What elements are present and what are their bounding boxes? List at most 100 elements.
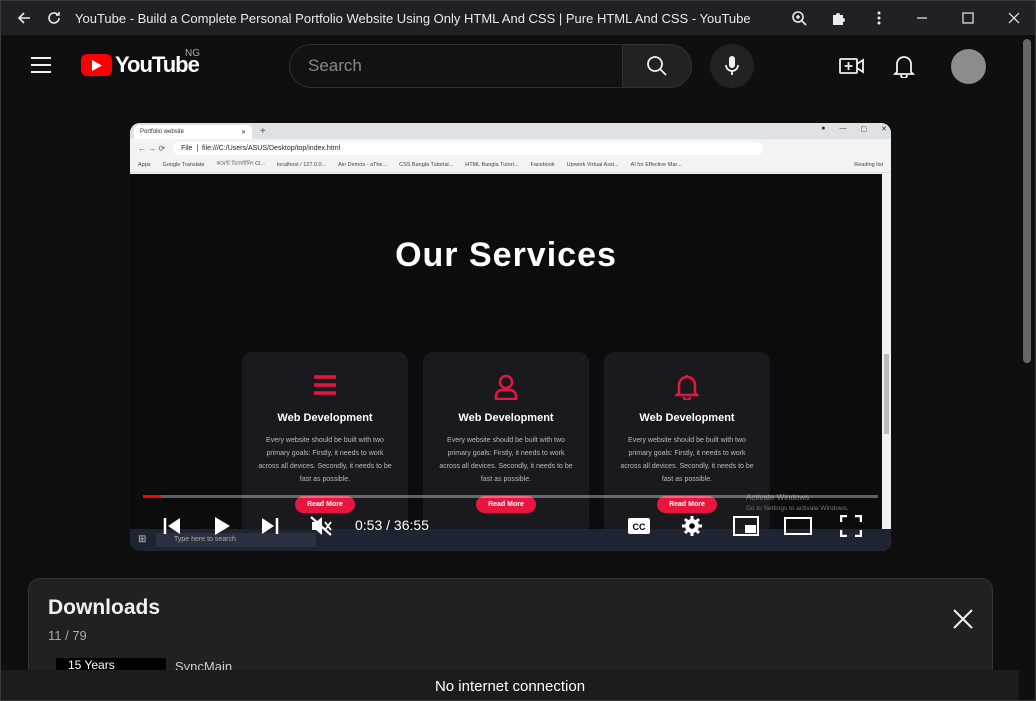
reading-list: Reading list	[854, 161, 883, 168]
progress-bar[interactable]	[143, 495, 878, 498]
nav-arrows-icon: ← → ⟳	[138, 143, 166, 153]
youtube-logo[interactable]: YouTube NG	[81, 48, 200, 78]
hamburger-line	[31, 71, 51, 73]
video-tab-title: Portfolio website	[140, 129, 185, 135]
bookmark: Upwork Virtual Assi...	[566, 161, 619, 168]
card-text: Every website should be built with two p…	[258, 437, 392, 483]
url-text: file:///C:/Users/ASUS/Desktop/top/index.…	[202, 144, 341, 152]
bookmark: Ain Demos - aThe...	[338, 161, 388, 168]
theater-mode-icon	[784, 517, 812, 535]
bookmark: Apps	[138, 161, 151, 168]
title-bar: YouTube - Build a Complete Personal Port…	[1, 1, 1035, 35]
app-window: YouTube - Build a Complete Personal Port…	[0, 0, 1036, 701]
miniplayer-icon	[733, 516, 759, 536]
close-icon: ✕	[881, 126, 887, 133]
close-window-button[interactable]	[991, 1, 1035, 35]
close-icon	[1008, 12, 1020, 24]
skip-next-icon	[262, 518, 279, 534]
bookmark: localhost / 127.0.0...	[276, 161, 327, 168]
card-title: Web Development	[639, 412, 735, 424]
next-button[interactable]	[256, 506, 284, 546]
volume-muted-icon	[310, 516, 332, 536]
svg-text:CC: CC	[633, 522, 646, 532]
scrollbar-thumb[interactable]	[1023, 39, 1031, 363]
notifications-button[interactable]	[889, 52, 919, 80]
search-icon	[647, 56, 667, 76]
cc-icon: CC	[628, 518, 650, 534]
reload-icon	[48, 12, 60, 24]
video-tab-strip: Portfolio website ✕ +	[130, 123, 891, 139]
video-page-scrollbar	[882, 174, 891, 551]
previous-button[interactable]	[158, 506, 186, 546]
hamburger-line	[31, 57, 51, 59]
card-text: Every website should be built with two p…	[620, 437, 754, 483]
play-button[interactable]	[208, 506, 236, 546]
close-downloads-button[interactable]	[951, 607, 975, 631]
country-code: NG	[185, 48, 200, 59]
theater-mode-button[interactable]	[783, 506, 813, 546]
downloads-count: 11 / 79	[48, 628, 87, 643]
maximize-icon	[962, 12, 974, 24]
card-title: Web Development	[277, 412, 373, 424]
progress-fill	[143, 495, 161, 498]
puzzle-icon	[833, 13, 845, 25]
maximize-icon: ▢	[860, 126, 868, 133]
offline-status-bar: No internet connection	[1, 670, 1019, 700]
youtube-header: YouTube NG	[1, 35, 1035, 97]
search-box[interactable]	[289, 44, 623, 88]
voice-search-button[interactable]	[710, 44, 754, 88]
more-menu-button[interactable]	[859, 1, 899, 35]
menu-icon	[242, 374, 408, 400]
page-scrollbar[interactable]	[1021, 35, 1035, 700]
zoom-icon	[792, 11, 807, 26]
settings-button[interactable]	[678, 506, 706, 546]
player-controls: 0:53 / 36:55 CC	[130, 506, 891, 546]
fullscreen-button[interactable]	[837, 506, 865, 546]
tab-close-icon: ✕	[240, 129, 246, 136]
downloads-title: Downloads	[48, 596, 161, 619]
card-title: Web Development	[458, 412, 554, 424]
card-text: Every website should be built with two p…	[439, 437, 573, 483]
time-display: 0:53 / 36:55	[355, 517, 429, 533]
bookmark: Google Translate	[162, 161, 205, 168]
hamburger-line	[31, 64, 51, 66]
bookmark: Facebook	[530, 161, 555, 168]
bookmark: HTML Bangla Tutori...	[465, 161, 519, 168]
video-window-controls: ● — ▢ ✕	[821, 125, 887, 133]
video-browser-tab: Portfolio website ✕	[134, 125, 252, 139]
maximize-button[interactable]	[945, 1, 991, 35]
guide-menu-button[interactable]	[31, 57, 51, 78]
minimize-icon	[917, 17, 927, 19]
extensions-button[interactable]	[819, 1, 859, 35]
avatar[interactable]	[951, 49, 986, 84]
record-icon: ●	[821, 125, 826, 132]
close-icon	[953, 609, 973, 629]
youtube-play-icon	[81, 54, 112, 76]
video-scrollbar-thumb	[884, 354, 889, 434]
file-label: File	[181, 144, 193, 152]
bookmark: কমেন্ট ডিজাইনিং Cl...	[216, 160, 265, 167]
zoom-button[interactable]	[779, 1, 819, 35]
bookmark: AI for Effective Mar...	[630, 161, 682, 168]
search-button[interactable]	[622, 44, 692, 88]
minimize-icon: —	[839, 125, 847, 132]
new-tab-icon: +	[260, 126, 266, 137]
video-player[interactable]: Portfolio website ✕ + ● — ▢ ✕ ← → ⟳ File…	[130, 123, 891, 551]
reload-button[interactable]	[39, 1, 69, 35]
captions-button[interactable]: CC	[625, 506, 653, 546]
video-bookmarks-bar: Apps Google Translate কমেন্ট ডিজাইনিং Cl…	[130, 157, 891, 173]
search-input[interactable]	[308, 56, 622, 76]
microphone-icon	[725, 56, 739, 75]
play-icon	[215, 517, 230, 535]
back-button[interactable]	[9, 1, 39, 35]
skip-previous-icon	[163, 518, 180, 534]
bookmark: CSS Bangla Tutorial...	[399, 161, 454, 168]
video-add-icon	[839, 58, 864, 74]
window-title: YouTube - Build a Complete Personal Port…	[75, 10, 751, 26]
bell-icon	[604, 374, 770, 400]
video-browser-chrome: Portfolio website ✕ + ● — ▢ ✕ ← → ⟳ File…	[130, 123, 891, 174]
miniplayer-button[interactable]	[731, 506, 761, 546]
minimize-button[interactable]	[899, 1, 945, 35]
mute-button[interactable]	[306, 506, 336, 546]
create-video-button[interactable]	[837, 52, 867, 80]
